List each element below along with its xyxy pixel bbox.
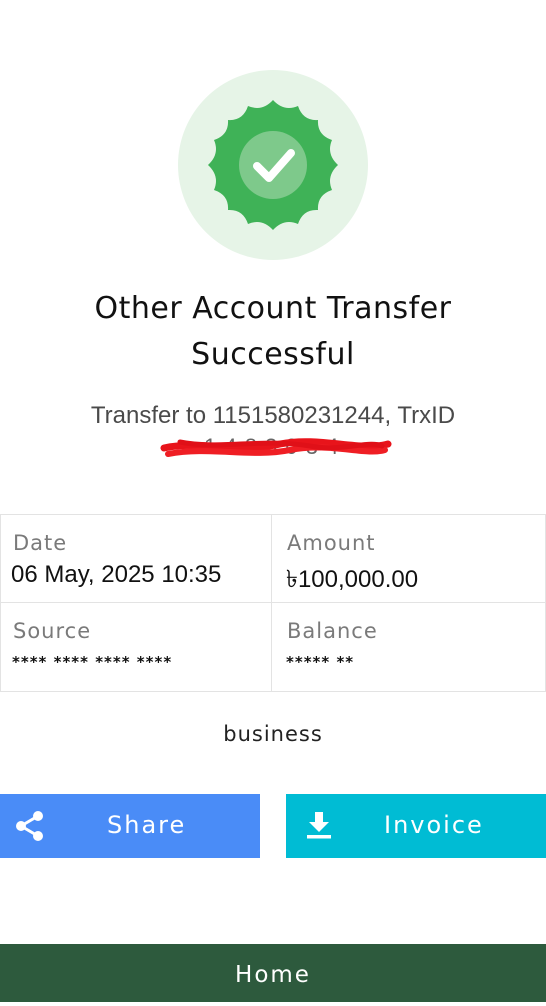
amount-label: Amount — [287, 531, 376, 555]
amount-cell: Amount ৳100,000.00 — [272, 515, 546, 603]
amount-value: ৳100,000.00 — [286, 566, 419, 593]
home-button[interactable]: Home — [0, 944, 546, 1002]
transaction-details: Date 06 May, 2025 10:35 Amount ৳100,000.… — [0, 514, 546, 692]
share-button-label: Share — [107, 811, 187, 839]
transfer-description: Transfer to 1151580231244, TrxID — [90, 402, 456, 429]
redacted-trxid: 1 4 8 3 0 3 4 — [160, 432, 392, 462]
verified-badge-check-icon — [208, 100, 338, 230]
title-line-2: Successful — [191, 337, 355, 372]
source-label: Source — [13, 619, 92, 643]
balance-label: Balance — [287, 619, 378, 643]
balance-value: ***** ** — [286, 653, 355, 671]
date-value: 06 May, 2025 10:35 — [11, 561, 222, 588]
source-cell: Source **** **** **** **** — [0, 603, 272, 691]
invoice-button-label: Invoice — [384, 811, 484, 839]
download-icon — [307, 812, 331, 839]
transfer-note: business — [223, 722, 323, 746]
invoice-button[interactable]: Invoice — [286, 794, 546, 858]
source-value: **** **** **** **** — [12, 653, 173, 671]
date-label: Date — [13, 531, 68, 555]
title-line-1: Other Account Transfer — [94, 291, 452, 326]
share-icon — [16, 811, 43, 841]
share-button[interactable]: Share — [0, 794, 260, 858]
balance-cell: Balance ***** ** — [272, 603, 546, 691]
success-badge — [178, 70, 368, 260]
date-cell: Date 06 May, 2025 10:35 — [0, 515, 272, 603]
page-title: Other Account Transfer Successful — [0, 286, 546, 378]
